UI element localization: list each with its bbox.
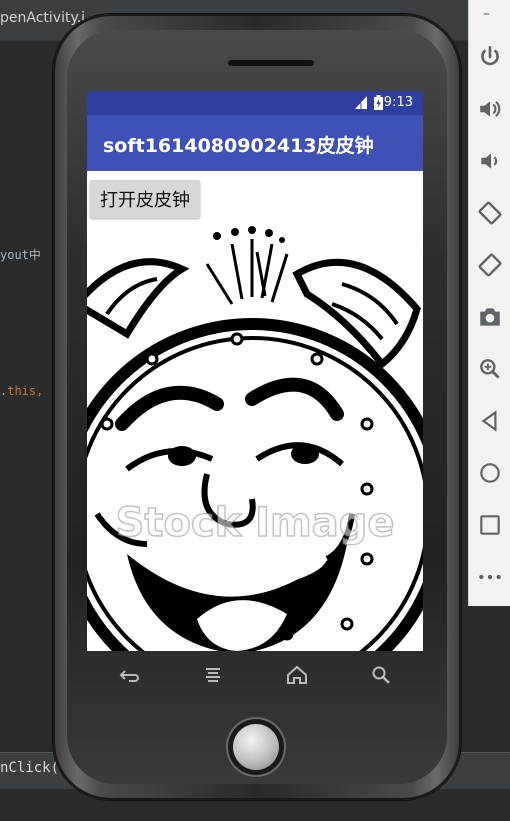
minimize-icon[interactable]: – — [483, 6, 490, 22]
ide-file-tab[interactable]: penActivity.j — [0, 10, 85, 26]
ide-code-line: .this, — [0, 384, 44, 398]
phone-nav-bar — [87, 651, 423, 699]
clock-cartoon-image: Stock Image — [87, 224, 423, 651]
app-title: soft1614080902413皮皮钟 — [103, 135, 374, 157]
signal-icon — [355, 96, 367, 109]
device-screen: 9:13 soft1614080902413皮皮钟 打开皮皮钟 Stock Im… — [87, 91, 423, 651]
app-bar: soft1614080902413皮皮钟 — [87, 115, 423, 171]
rotate-left-icon[interactable] — [469, 196, 510, 230]
power-icon[interactable] — [469, 40, 510, 74]
rotate-right-icon[interactable] — [469, 248, 510, 282]
home-icon[interactable] — [469, 456, 510, 490]
watermark-text: Stock Image — [116, 500, 395, 546]
nav-home-icon[interactable] — [277, 655, 317, 695]
phone-speaker — [228, 60, 314, 66]
nav-search-icon[interactable] — [361, 655, 401, 695]
volume-up-icon[interactable] — [469, 92, 510, 126]
emulator-toolbar: – — [468, 0, 510, 606]
ide-code-line: yout中 — [0, 248, 41, 262]
zoom-icon[interactable] — [469, 352, 510, 386]
nav-menu-icon[interactable] — [193, 655, 233, 695]
hardware-home-button[interactable] — [233, 724, 279, 770]
back-icon[interactable] — [469, 404, 510, 438]
volume-down-icon[interactable] — [469, 144, 510, 178]
overview-icon[interactable] — [469, 508, 510, 542]
camera-icon[interactable] — [469, 300, 510, 334]
open-clock-button[interactable]: 打开皮皮钟 — [90, 180, 200, 218]
status-time: 9:13 — [383, 95, 413, 110]
nav-back-icon[interactable] — [109, 655, 149, 695]
more-icon[interactable] — [469, 560, 510, 594]
status-bar: 9:13 — [87, 91, 423, 115]
battery-icon — [374, 95, 383, 110]
